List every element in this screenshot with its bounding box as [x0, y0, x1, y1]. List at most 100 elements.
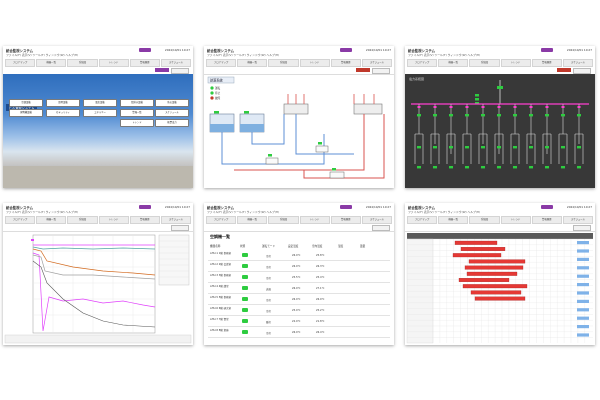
single-line-svg: 電力系統図: [409, 76, 589, 169]
screen-equipment-list: 統合監視システム ファイル(F) 表示(V) ツール(T) ウィンドウ(W) ヘ…: [204, 203, 394, 345]
tab[interactable]: 警報履歴: [330, 216, 361, 224]
tab[interactable]: トレンド: [98, 216, 129, 224]
equipment-list: 空調機一覧 機器名称 状態 運転モード 設定温度 室内温度 湿度 風量 AHU-…: [204, 231, 394, 345]
tab[interactable]: 系統図: [268, 59, 299, 67]
mode-button[interactable]: [155, 68, 169, 72]
table-row[interactable]: AHU-4 4階 講堂 送風 26.0℃ 27.1℃: [208, 284, 390, 294]
tank-1-status: [214, 111, 219, 114]
clock: 2024/10/01 10:27: [566, 48, 592, 52]
tab[interactable]: 機器一覧: [237, 216, 268, 224]
table-row[interactable]: AHU-1 1階 事務室 冷房 26.0℃ 25.8℃: [208, 251, 390, 261]
tab[interactable]: 系統図: [469, 216, 500, 224]
alarm-button[interactable]: [557, 68, 571, 72]
table-row[interactable]: AHU-5 5階 事務室 冷房 26.0℃ 26.0℃: [208, 295, 390, 305]
tab[interactable]: スケジュール: [361, 216, 393, 224]
quick-button[interactable]: 空調設備: [9, 99, 43, 107]
tab-bar: フロアマップ 機器一覧 系統図 トレンド 警報履歴 スケジュール: [204, 216, 394, 224]
tab[interactable]: 系統図: [469, 59, 500, 67]
table-row[interactable]: AHU-6 6階 研究室 冷房 25.0℃ 25.2℃: [208, 306, 390, 316]
tab[interactable]: 警報履歴: [129, 216, 160, 224]
tab[interactable]: フロアマップ: [5, 59, 36, 67]
equipment-name: AHU-2 2階 会議室: [210, 263, 232, 266]
tab[interactable]: トレンド: [299, 59, 330, 67]
quick-button[interactable]: トレンド: [120, 119, 154, 127]
tab[interactable]: フロアマップ: [5, 216, 36, 224]
table-row[interactable]: AHU-3 3階 事務室 冷房 25.5℃ 25.4℃: [208, 273, 390, 283]
run-status-indicator: [242, 275, 248, 279]
ground: [3, 166, 193, 188]
menu-bar[interactable]: ファイル(F) 表示(V) ツール(T) ウィンドウ(W) ヘルプ(H): [207, 210, 279, 214]
tab[interactable]: 警報履歴: [129, 59, 160, 67]
title-bar: 統合監視システム ファイル(F) 表示(V) ツール(T) ウィンドウ(W) ヘ…: [405, 203, 595, 216]
tab[interactable]: スケジュール: [160, 216, 192, 224]
menu-bar[interactable]: ファイル(F) 表示(V) ツール(T) ウィンドウ(W) ヘルプ(H): [6, 210, 78, 214]
tab[interactable]: スケジュール: [160, 59, 192, 67]
feeder-line: [510, 104, 520, 164]
screen-power-single-line: 統合監視システム ファイル(F) 表示(V) ツール(T) ウィンドウ(W) ヘ…: [405, 46, 595, 188]
quick-button[interactable]: 照明設備: [46, 99, 80, 107]
tab[interactable]: 機器一覧: [438, 216, 469, 224]
table-row[interactable]: AHU-7 7階 食堂 暖房 22.0℃ 21.8℃: [208, 317, 390, 327]
alarm-button[interactable]: [356, 68, 370, 72]
tab[interactable]: 警報履歴: [531, 216, 562, 224]
room-temp-value: 25.4℃: [316, 276, 325, 279]
tab[interactable]: スケジュール: [562, 59, 594, 67]
equipment-name: AHU-6 6階 研究室: [210, 307, 232, 310]
tab[interactable]: フロアマップ: [206, 59, 237, 67]
tab[interactable]: 機器一覧: [438, 59, 469, 67]
title-bar: 統合監視システム ファイル(F) 表示(V) ツール(T) ウィンドウ(W) ヘ…: [3, 203, 193, 216]
tab[interactable]: 警報履歴: [531, 59, 562, 67]
quick-button[interactable]: 給排水設備: [120, 99, 154, 107]
tab[interactable]: 警報履歴: [330, 59, 361, 67]
menu-bar[interactable]: ファイル(F) 表示(V) ツール(T) ウィンドウ(W) ヘルプ(H): [408, 53, 480, 57]
breaker-status: [561, 166, 565, 169]
tab[interactable]: 機器一覧: [36, 59, 67, 67]
mode-value: 冷房: [266, 277, 272, 280]
quick-button[interactable]: スケジュール: [155, 109, 189, 117]
quick-button[interactable]: 防災設備: [155, 99, 189, 107]
quick-button[interactable]: セキュリティ: [46, 109, 80, 117]
tab[interactable]: 系統図: [67, 216, 98, 224]
schedule-edit-button: [577, 241, 589, 245]
tab[interactable]: フロアマップ: [407, 216, 438, 224]
room-temp-value: 26.3℃: [316, 265, 325, 268]
tab[interactable]: トレンド: [500, 216, 531, 224]
tab[interactable]: フロアマップ: [206, 216, 237, 224]
diagram-header: 電力系統図: [409, 76, 424, 81]
quick-button[interactable]: 昇降機設備: [9, 109, 43, 117]
quick-button[interactable]: 警報一覧: [120, 109, 154, 117]
setpoint-value: 25.5℃: [292, 276, 301, 279]
tab[interactable]: トレンド: [299, 216, 330, 224]
tab[interactable]: スケジュール: [562, 216, 594, 224]
title-bar: 統合監視システム ファイル(F) 表示(V) ツール(T) ウィンドウ(W) ヘ…: [204, 203, 394, 216]
quick-button[interactable]: エネルギー: [83, 109, 117, 117]
bus-tap: [529, 106, 533, 108]
table-row[interactable]: AHU-2 2階 会議室 冷房 26.0℃ 26.3℃: [208, 262, 390, 272]
breaker-status: [561, 114, 565, 117]
breaker-status: [417, 166, 421, 169]
bus-tap: [577, 106, 581, 108]
tab[interactable]: トレンド: [98, 59, 129, 67]
menu-bar[interactable]: ファイル(F) 表示(V) ツール(T) ウィンドウ(W) ヘルプ(H): [207, 53, 279, 57]
clock: 2024/10/01 10:27: [566, 205, 592, 209]
tab[interactable]: 系統図: [268, 216, 299, 224]
schedule-bar: [458, 278, 510, 282]
tab[interactable]: 系統図: [67, 59, 98, 67]
tab[interactable]: スケジュール: [361, 59, 393, 67]
quick-button[interactable]: 帳票出力: [155, 119, 189, 127]
quick-button[interactable]: 電気設備: [83, 99, 117, 107]
col-header: 運転モード: [262, 245, 275, 248]
legend-table: [158, 234, 190, 286]
menu-bar[interactable]: ファイル(F) 表示(V) ツール(T) ウィンドウ(W) ヘルプ(H): [6, 53, 78, 57]
tab[interactable]: フロアマップ: [407, 59, 438, 67]
setpoint-value: 26.0℃: [292, 287, 301, 290]
col-header: 設定温度: [288, 245, 299, 248]
breaker-status: [529, 166, 533, 169]
tab[interactable]: 機器一覧: [237, 59, 268, 67]
legend-run-icon: [210, 86, 214, 90]
schedule-gantt: [405, 231, 595, 345]
tab[interactable]: 機器一覧: [36, 216, 67, 224]
menu-bar[interactable]: ファイル(F) 表示(V) ツール(T) ウィンドウ(W) ヘルプ(H): [408, 210, 480, 214]
tab[interactable]: トレンド: [500, 59, 531, 67]
table-row[interactable]: AHU-8 8階 倉庫 冷房 26.0℃ 26.4℃: [208, 328, 390, 338]
